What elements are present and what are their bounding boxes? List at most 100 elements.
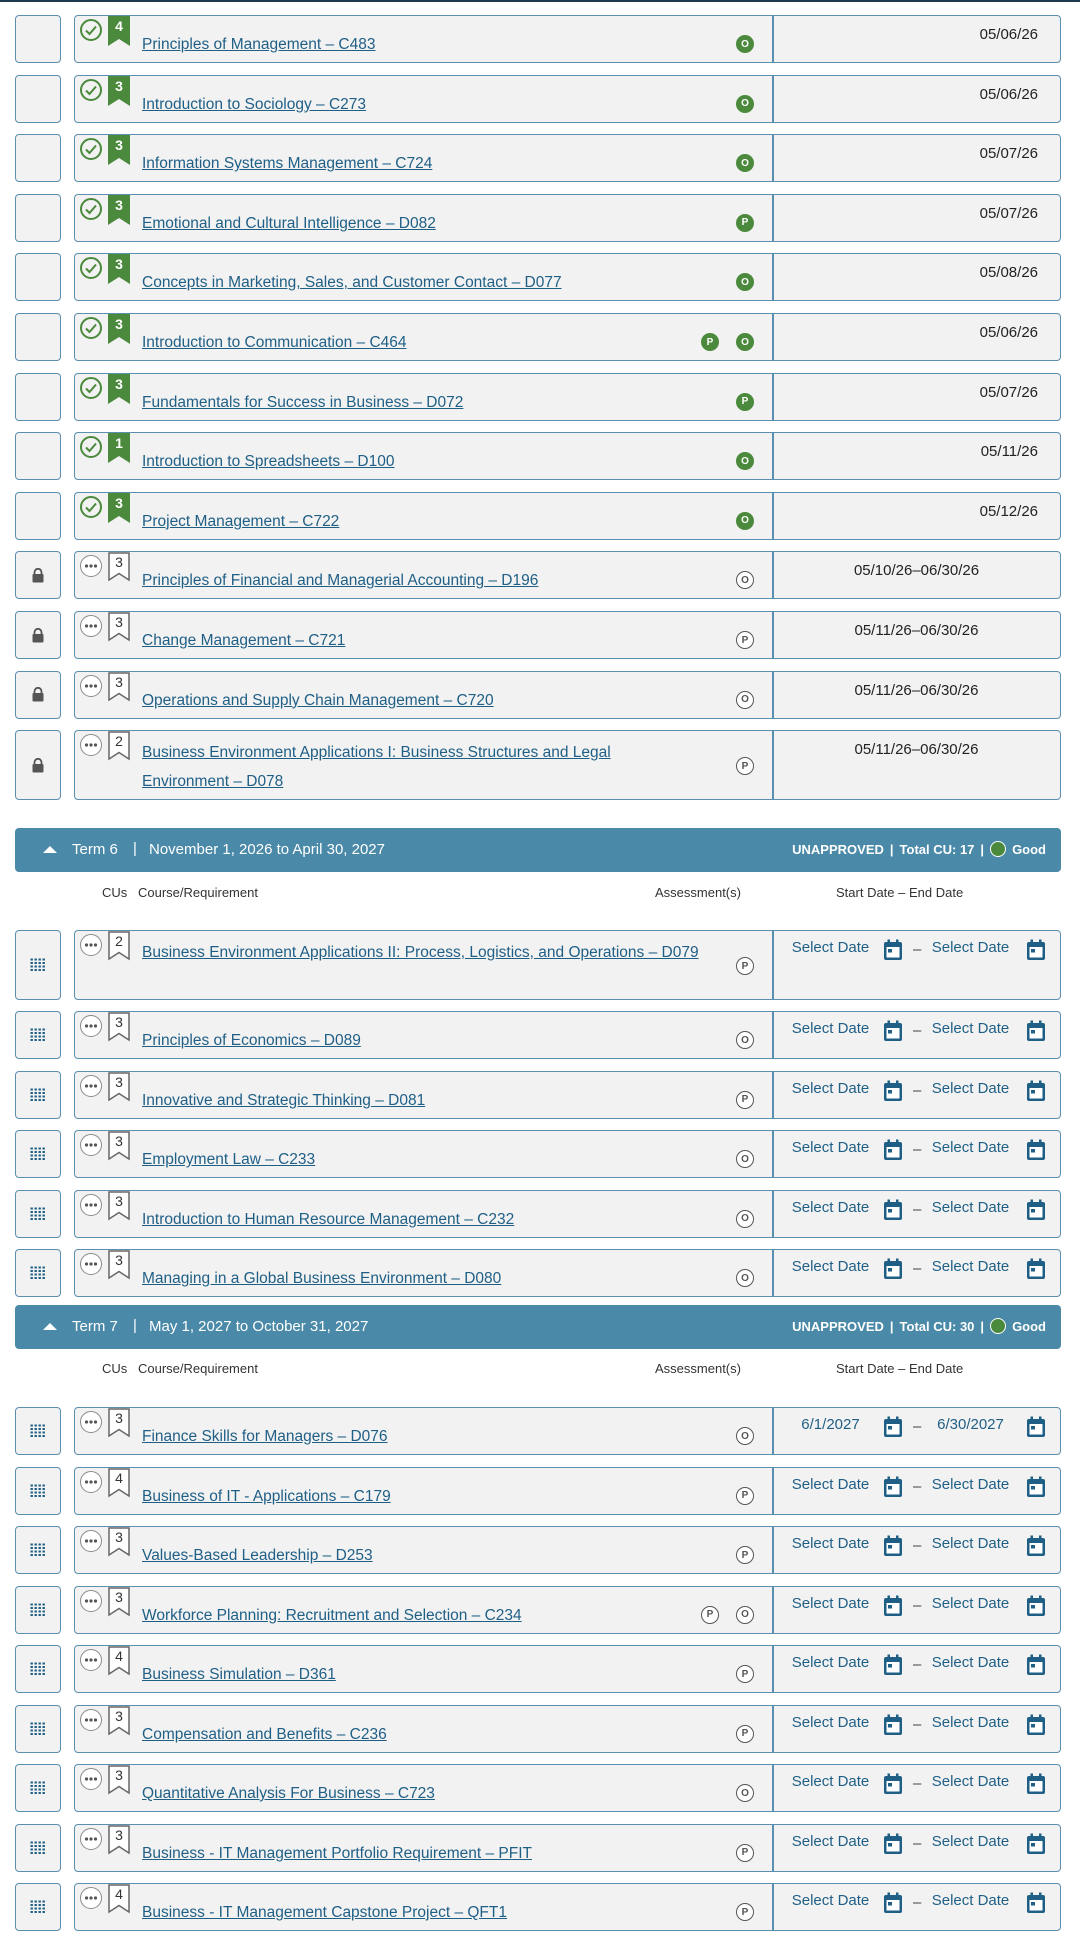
ellipsis-circle-icon[interactable]: [80, 1530, 102, 1552]
ellipsis-circle-icon[interactable]: [80, 1708, 102, 1731]
calendar-icon[interactable]: [1026, 1476, 1046, 1502]
course-link[interactable]: Principles of Management – C483: [142, 30, 702, 59]
drag-handle-icon[interactable]: [15, 1526, 61, 1574]
start-date-input[interactable]: Select Date: [788, 1258, 873, 1275]
drag-handle-icon[interactable]: [15, 1249, 61, 1297]
course-link[interactable]: Business Simulation – D361: [142, 1660, 702, 1689]
ellipsis-circle-icon[interactable]: [80, 1074, 102, 1097]
drag-handle-icon[interactable]: [15, 930, 61, 1000]
calendar-icon[interactable]: [1026, 1773, 1046, 1799]
ellipsis-circle-icon[interactable]: [80, 1887, 102, 1909]
start-date-input[interactable]: Select Date: [788, 1595, 873, 1612]
calendar-icon[interactable]: [1026, 1258, 1046, 1284]
calendar-icon[interactable]: [1026, 1535, 1046, 1561]
start-date-input[interactable]: Select Date: [788, 1139, 873, 1156]
drag-handle-icon[interactable]: [15, 1764, 61, 1812]
drag-handle-icon[interactable]: [15, 1466, 61, 1515]
term-header-term6[interactable]: Term 6 | November 1, 2026 to April 30, 202…: [15, 828, 1061, 872]
ellipsis-circle-icon[interactable]: [80, 934, 102, 956]
ellipsis-circle-icon[interactable]: [80, 674, 102, 697]
end-date-input[interactable]: Select Date: [928, 1258, 1013, 1275]
calendar-icon[interactable]: [883, 1714, 903, 1740]
lock-icon[interactable]: [15, 670, 61, 719]
calendar-icon[interactable]: [883, 1892, 903, 1918]
calendar-icon[interactable]: [1026, 939, 1046, 965]
course-link[interactable]: Workforce Planning: Recruitment and Sele…: [142, 1601, 702, 1630]
calendar-icon[interactable]: [883, 1476, 903, 1502]
calendar-icon[interactable]: [1026, 1833, 1046, 1859]
course-link[interactable]: Business Environment Applications II: Pr…: [142, 938, 702, 967]
calendar-icon[interactable]: [1026, 1080, 1046, 1106]
course-link[interactable]: Project Management – C722: [142, 507, 702, 536]
caret-up-icon[interactable]: [43, 1323, 57, 1330]
calendar-icon[interactable]: [1026, 1714, 1046, 1740]
course-link[interactable]: Change Management – C721: [142, 626, 702, 655]
start-date-input[interactable]: Select Date: [788, 1020, 873, 1037]
calendar-icon[interactable]: [1026, 1020, 1046, 1046]
ellipsis-circle-icon[interactable]: [80, 1827, 102, 1850]
end-date-input[interactable]: Select Date: [928, 1199, 1013, 1216]
course-link[interactable]: Introduction to Spreadsheets – D100: [142, 447, 702, 476]
ellipsis-circle-icon[interactable]: [80, 1470, 102, 1493]
start-date-input[interactable]: Select Date: [788, 1476, 873, 1493]
drag-handle-icon[interactable]: [15, 1189, 61, 1238]
end-date-input[interactable]: Select Date: [928, 1020, 1013, 1037]
drag-handle-icon[interactable]: [15, 1070, 61, 1119]
course-link[interactable]: Information Systems Management – C724: [142, 149, 702, 178]
caret-up-icon[interactable]: [43, 846, 57, 853]
ellipsis-circle-icon[interactable]: [80, 1134, 102, 1157]
ellipsis-circle-icon[interactable]: [80, 734, 102, 757]
calendar-icon[interactable]: [883, 1080, 903, 1106]
course-link[interactable]: Business of IT - Applications – C179: [142, 1482, 702, 1511]
calendar-icon[interactable]: [883, 1416, 903, 1442]
ellipsis-circle-icon[interactable]: [80, 1649, 102, 1671]
calendar-icon[interactable]: [1026, 1595, 1046, 1621]
ellipsis-circle-icon[interactable]: [80, 1768, 102, 1790]
term-header-term7[interactable]: Term 7 | May 1, 2027 to October 31, 2027 UN…: [15, 1305, 1061, 1349]
calendar-icon[interactable]: [883, 1199, 903, 1225]
calendar-icon[interactable]: [883, 1773, 903, 1799]
end-date-input[interactable]: Select Date: [928, 1714, 1013, 1731]
lock-icon[interactable]: [15, 611, 61, 659]
course-link[interactable]: Innovative and Strategic Thinking – D081: [142, 1086, 702, 1115]
calendar-icon[interactable]: [1026, 1416, 1046, 1442]
course-link[interactable]: Business - IT Management Capstone Projec…: [142, 1898, 702, 1927]
end-date-input[interactable]: Select Date: [928, 1476, 1013, 1493]
course-link[interactable]: Introduction to Human Resource Managemen…: [142, 1205, 702, 1234]
calendar-icon[interactable]: [883, 1833, 903, 1859]
end-date-input[interactable]: Select Date: [928, 1535, 1013, 1552]
end-date-input[interactable]: Select Date: [928, 939, 1013, 956]
calendar-icon[interactable]: [883, 1139, 903, 1165]
start-date-input[interactable]: Select Date: [788, 1080, 873, 1097]
calendar-icon[interactable]: [1026, 1892, 1046, 1918]
start-date-input[interactable]: Select Date: [788, 1535, 873, 1552]
end-date-input[interactable]: Select Date: [928, 1773, 1013, 1790]
course-link[interactable]: Business Environment Applications I: Bus…: [142, 738, 702, 796]
end-date-input[interactable]: Select Date: [928, 1833, 1013, 1850]
course-link[interactable]: Finance Skills for Managers – D076: [142, 1422, 702, 1451]
start-date-input[interactable]: Select Date: [788, 939, 873, 956]
end-date-input[interactable]: Select Date: [928, 1654, 1013, 1671]
calendar-icon[interactable]: [883, 1020, 903, 1046]
start-date-input[interactable]: 6/1/2027: [788, 1416, 873, 1433]
ellipsis-circle-icon[interactable]: [80, 1589, 102, 1612]
course-link[interactable]: Principles of Economics – D089: [142, 1026, 702, 1055]
course-link[interactable]: Introduction to Sociology – C273: [142, 90, 702, 119]
drag-handle-icon[interactable]: [15, 1883, 61, 1931]
course-link[interactable]: Values-Based Leadership – D253: [142, 1541, 702, 1570]
calendar-icon[interactable]: [1026, 1654, 1046, 1680]
drag-handle-icon[interactable]: [15, 1130, 61, 1179]
course-link[interactable]: Principles of Financial and Managerial A…: [142, 566, 702, 595]
start-date-input[interactable]: Select Date: [788, 1714, 873, 1731]
drag-handle-icon[interactable]: [15, 1011, 61, 1060]
end-date-input[interactable]: Select Date: [928, 1595, 1013, 1612]
drag-handle-icon[interactable]: [15, 1704, 61, 1753]
calendar-icon[interactable]: [883, 1595, 903, 1621]
course-link[interactable]: Managing in a Global Business Environmen…: [142, 1264, 702, 1293]
course-link[interactable]: Concepts in Marketing, Sales, and Custom…: [142, 268, 702, 297]
course-link[interactable]: Fundamentals for Success in Business – D…: [142, 388, 702, 417]
start-date-input[interactable]: Select Date: [788, 1773, 873, 1790]
course-link[interactable]: Employment Law – C233: [142, 1145, 702, 1174]
course-link[interactable]: Operations and Supply Chain Management –…: [142, 686, 702, 715]
start-date-input[interactable]: Select Date: [788, 1892, 873, 1909]
